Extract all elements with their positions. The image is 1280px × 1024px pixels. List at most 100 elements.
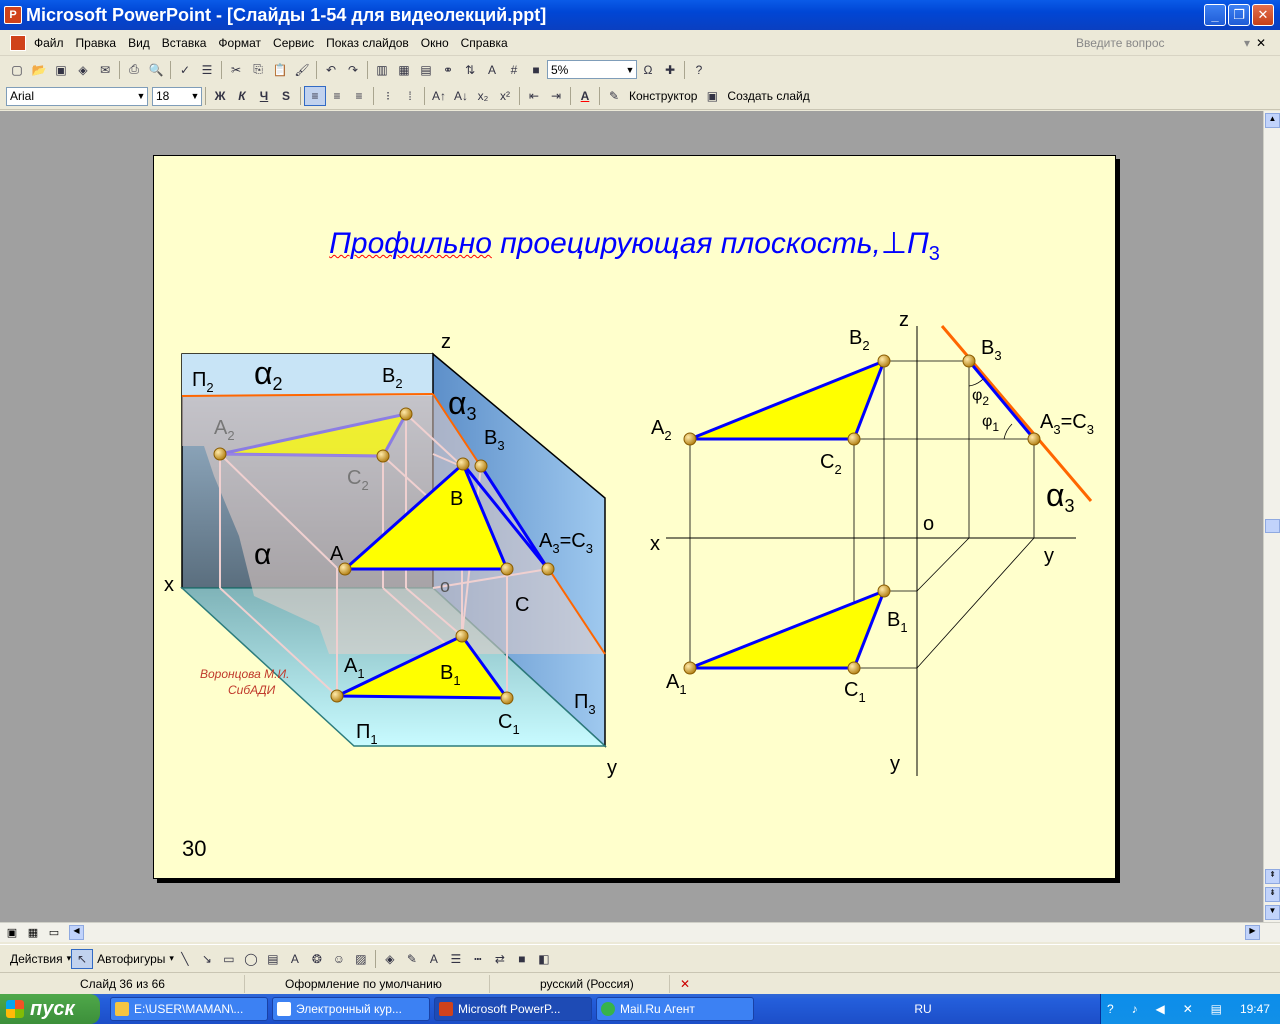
chevron-down-icon[interactable]: ▼ [135,91,147,101]
menu-format[interactable]: Формат [214,36,269,50]
print-icon[interactable]: ⎙ [123,60,145,80]
scroll-left-icon[interactable]: ◀ [69,925,84,940]
designer-icon[interactable]: ✎ [603,86,625,106]
menu-window[interactable]: Окно [417,36,457,50]
task-mailru[interactable]: Mail.Ru Агент [596,997,754,1021]
dash-style-icon[interactable]: ┅ [467,949,489,969]
next-slide-icon[interactable]: ⇟ [1265,887,1280,902]
increase-indent-icon[interactable]: ⇥ [545,86,567,106]
slide-sorter-icon[interactable]: ▦ [24,925,42,941]
numbering-icon[interactable]: ⁝ [377,86,399,106]
research-icon[interactable]: ☰ [196,60,218,80]
powerpoint-icon[interactable]: P [4,6,22,24]
new-slide-button[interactable]: Создать слайд [723,89,813,103]
underline-button[interactable]: Ч [253,86,275,106]
font-color-draw-icon[interactable]: A [423,949,445,969]
network-icon[interactable]: ▤ [1211,1002,1222,1016]
menu-tools[interactable]: Сервис [269,36,322,50]
show-grid-icon[interactable]: # [503,60,525,80]
new-icon[interactable]: ▢ [6,60,28,80]
align-center-icon[interactable]: ≡ [326,86,348,106]
decrease-font-icon[interactable]: A↓ [450,86,472,106]
menu-file[interactable]: Файл [30,36,72,50]
fill-color-icon[interactable]: ◈ [379,949,401,969]
print-preview-icon[interactable]: 🔍 [145,60,167,80]
scroll-down-icon[interactable]: ▼ [1265,905,1280,920]
redo-icon[interactable]: ↷ [342,60,364,80]
insert-chart-icon[interactable]: ▥ [371,60,393,80]
new-slide-icon[interactable]: ▣ [701,86,723,106]
line-icon[interactable]: ╲ [174,949,196,969]
shadow-button[interactable]: S [275,86,297,106]
task-powerpoint[interactable]: Microsoft PowerP... [434,997,592,1021]
help-icon[interactable]: ? [688,60,710,80]
bullets-icon[interactable]: ⁞ [399,86,421,106]
back-icon[interactable]: ◀ [1156,1002,1165,1016]
font-select[interactable]: Arial ▼ [6,86,148,106]
task-explorer[interactable]: E:\USER\MAMAN\... [110,997,268,1021]
previous-slide-icon[interactable]: ⇞ [1265,869,1280,884]
document-icon[interactable] [10,34,26,51]
wordart-icon[interactable]: A [284,949,306,969]
arrow-icon[interactable]: ↘ [196,949,218,969]
increase-font-icon[interactable]: A↑ [428,86,450,106]
menu-insert[interactable]: Вставка [158,36,215,50]
menu-view[interactable]: Вид [124,36,158,50]
insert-table-icon[interactable]: ▦ [393,60,415,80]
align-right-icon[interactable]: ≡ [348,86,370,106]
bold-button[interactable]: Ж [209,86,231,106]
arrow-style-icon[interactable]: ⇄ [489,949,511,969]
subscript-icon[interactable]: x₂ [472,86,494,106]
diagram-icon[interactable]: ❂ [306,949,328,969]
autoshapes-menu[interactable]: Автофигуры [93,952,169,966]
save-icon[interactable]: ▣ [50,60,72,80]
ink-annotations-icon[interactable]: ✚ [659,60,681,80]
scroll-thumb[interactable] [1265,519,1280,533]
cut-icon[interactable]: ✂ [225,60,247,80]
oval-icon[interactable]: ◯ [240,949,262,969]
horizontal-scrollbar[interactable]: ▣ ▦ ▭ ◀ ▶ [0,922,1280,942]
start-button[interactable]: пуск [0,994,100,1024]
task-course[interactable]: Электронный кур... [272,997,430,1021]
tables-borders-icon[interactable]: ▤ [415,60,437,80]
superscript-icon[interactable]: x² [494,86,516,106]
select-objects-icon[interactable]: ↖ [71,948,94,969]
close-document-button[interactable]: ✕ [1256,36,1274,50]
slideshow-view-icon[interactable]: ▭ [45,925,63,941]
line-color-icon[interactable]: ✎ [401,949,423,969]
3d-style-icon[interactable]: ◧ [533,949,555,969]
show-formatting-icon[interactable]: A [481,60,503,80]
actions-menu[interactable]: Действия [6,952,67,966]
paste-icon[interactable]: 📋 [269,60,291,80]
normal-view-icon[interactable]: ▣ [3,925,21,941]
close-button[interactable]: ✕ [1252,4,1274,26]
italic-button[interactable]: К [231,86,253,106]
align-left-icon[interactable]: ≡ [304,86,326,106]
menu-edit[interactable]: Правка [72,36,125,50]
minimize-button[interactable]: _ [1204,4,1226,26]
designer-button[interactable]: Конструктор [625,89,701,103]
scroll-right-icon[interactable]: ▶ [1245,925,1260,940]
chevron-down-icon[interactable]: ▾ [1244,36,1250,50]
help-tray-icon[interactable]: ? [1107,1002,1114,1016]
line-style-icon[interactable]: ☰ [445,949,467,969]
format-painter-icon[interactable]: 🖌 [291,60,313,80]
vertical-scrollbar[interactable]: ▲ ⇞ ⇟ ▼ [1263,111,1280,922]
volume-icon[interactable]: ♪ [1132,1002,1138,1016]
undo-icon[interactable]: ↶ [320,60,342,80]
color-grayscale-icon[interactable]: ■ [525,60,547,80]
chevron-down-icon[interactable]: ▼ [189,91,201,101]
menu-slideshow[interactable]: Показ слайдов [322,36,417,50]
rectangle-icon[interactable]: ▭ [218,949,240,969]
zoom-select[interactable]: 5% ▼ [547,60,637,79]
restore-button[interactable]: ❐ [1228,4,1250,26]
shadow-style-icon[interactable]: ■ [511,949,533,969]
language-indicator[interactable]: RU [914,1002,939,1016]
spelling-icon[interactable]: ✓ [174,60,196,80]
permission-icon[interactable]: ◈ [72,60,94,80]
antivirus-icon[interactable]: ✕ [1183,1002,1193,1016]
font-color-icon[interactable]: A [574,86,596,106]
copy-icon[interactable]: ⎘ [247,60,269,80]
chevron-down-icon[interactable]: ▼ [624,65,636,75]
expand-all-icon[interactable]: ⇅ [459,60,481,80]
